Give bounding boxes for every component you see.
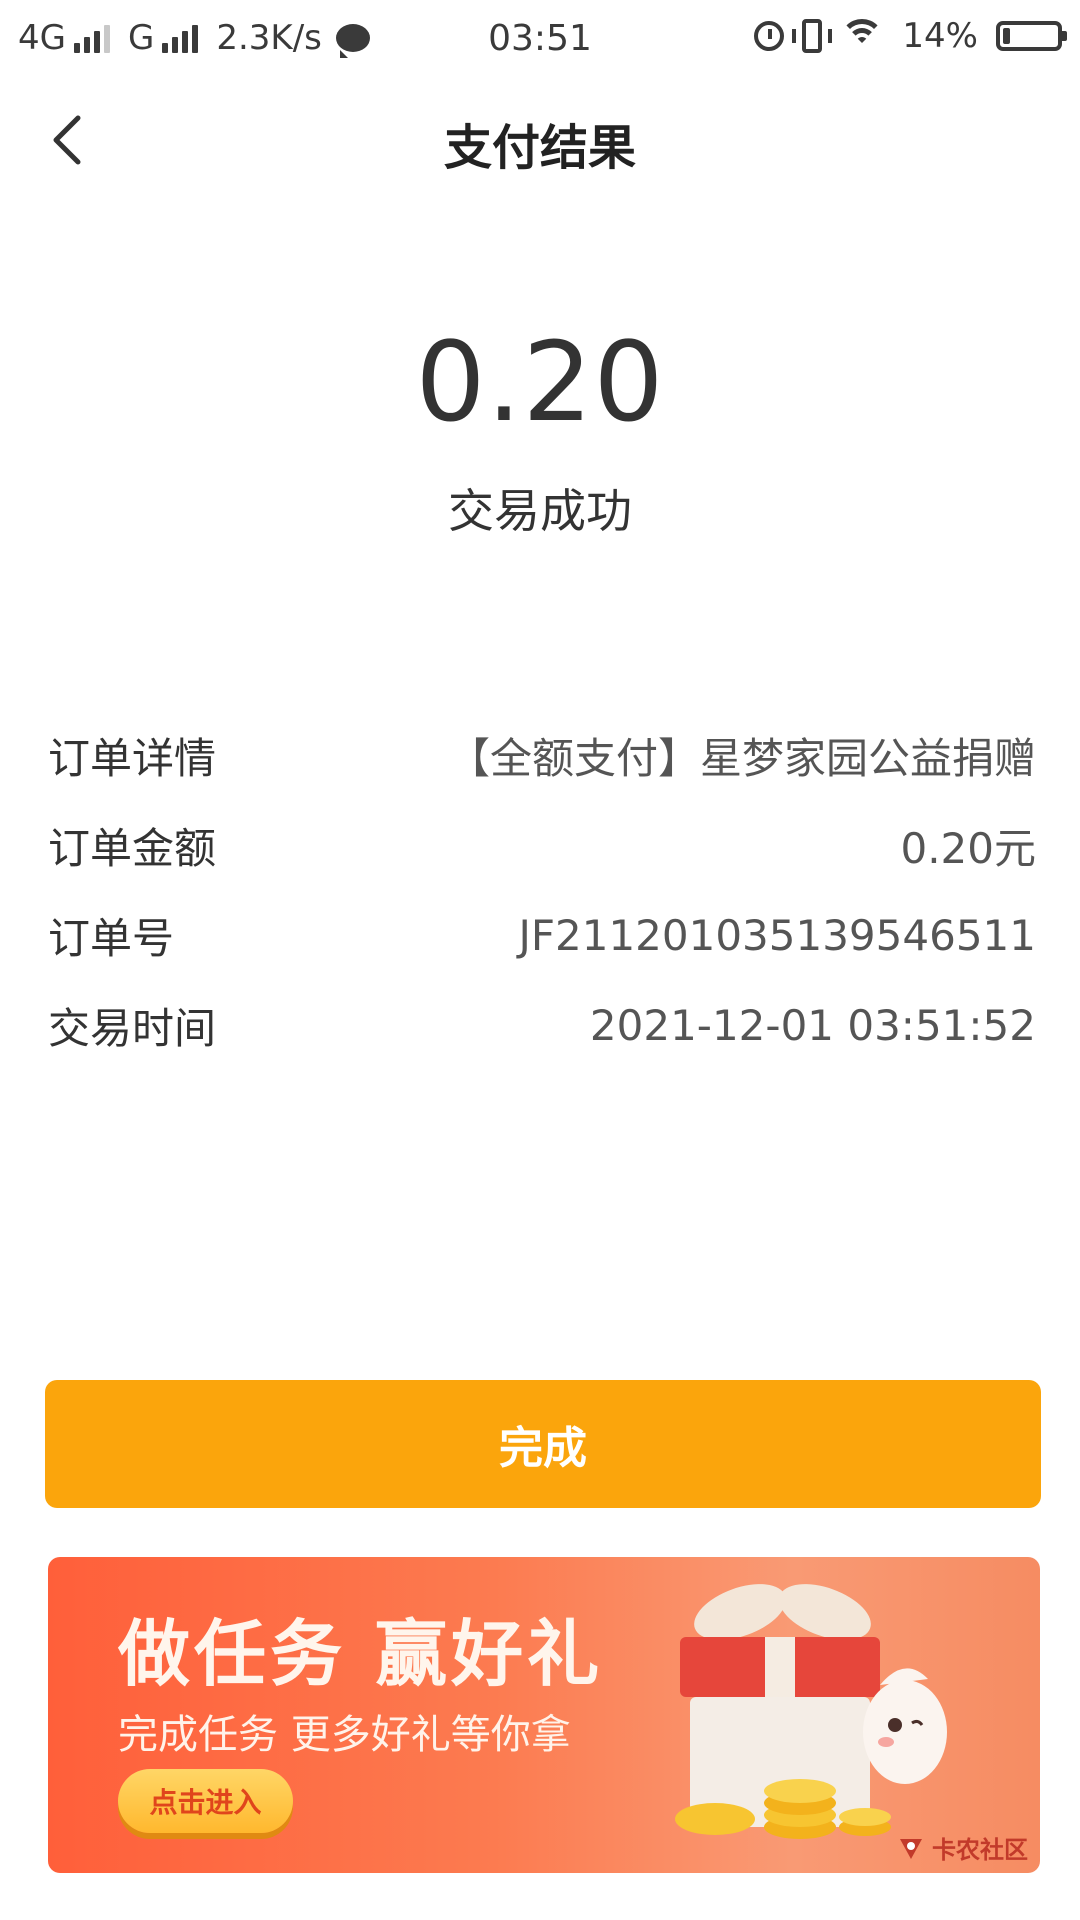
promo-enter-button[interactable]: 点击进入 (118, 1769, 293, 1833)
watermark: 卡农社区 (896, 1830, 1028, 1865)
transaction-status: 交易成功 (448, 484, 632, 538)
watermark-logo-icon (900, 1838, 922, 1859)
detail-label: 订单金额 (48, 823, 217, 873)
detail-row-order-amount: 订单金额 0.20元 (48, 800, 1036, 890)
order-details: 订单详情 【全额支付】星梦家园公益捐赠 订单金额 0.20元 订单号 JF211… (48, 710, 1036, 1070)
battery-percent: 14% (902, 16, 978, 56)
promo-title: 做任务 赢好礼 (118, 1612, 604, 1696)
gift-box-illustration (675, 1584, 947, 1839)
detail-label: 交易时间 (48, 1003, 217, 1053)
alarm-icon (754, 21, 785, 51)
promo-subtitle: 完成任务 更多好礼等你拿 (118, 1712, 571, 1758)
battery-fill (1003, 28, 1010, 44)
done-button[interactable]: 完成 (45, 1380, 1041, 1508)
detail-row-order-number: 订单号 JF2112010351395465​11 (48, 890, 1036, 980)
battery-icon (996, 21, 1067, 51)
detail-label: 订单详情 (48, 733, 217, 783)
detail-value: JF2112010351395465​11 (518, 910, 1036, 960)
status-right: 14% (754, 16, 1067, 56)
detail-row-transaction-time: 交易时间 2021-12-01 03:51:52 (48, 980, 1036, 1070)
detail-value: 0.20元 (900, 823, 1036, 873)
status-bar: 4G G 2.3K/s 03:51 14% (0, 0, 1080, 80)
detail-label: 订单号 (48, 913, 175, 963)
detail-value: 【全额支付】星梦家园公益捐赠 (447, 733, 1036, 783)
promo-banner[interactable]: 做任务 赢好礼 完成任务 更多好礼等你拿 点击进入 卡农社区 (48, 1557, 1040, 1873)
wifi-icon (840, 19, 885, 53)
detail-row-order-info: 订单详情 【全额支付】星梦家园公益捐赠 (48, 710, 1036, 800)
nav-bar: 支付结果 (0, 90, 1080, 190)
watermark-text: 卡农社区 (932, 1836, 1028, 1864)
page-title: 支付结果 (443, 120, 636, 176)
detail-value: 2021-12-01 03:51:52 (589, 1000, 1036, 1050)
vibrate-icon (792, 19, 833, 53)
payment-amount: 0.20 (415, 318, 665, 446)
